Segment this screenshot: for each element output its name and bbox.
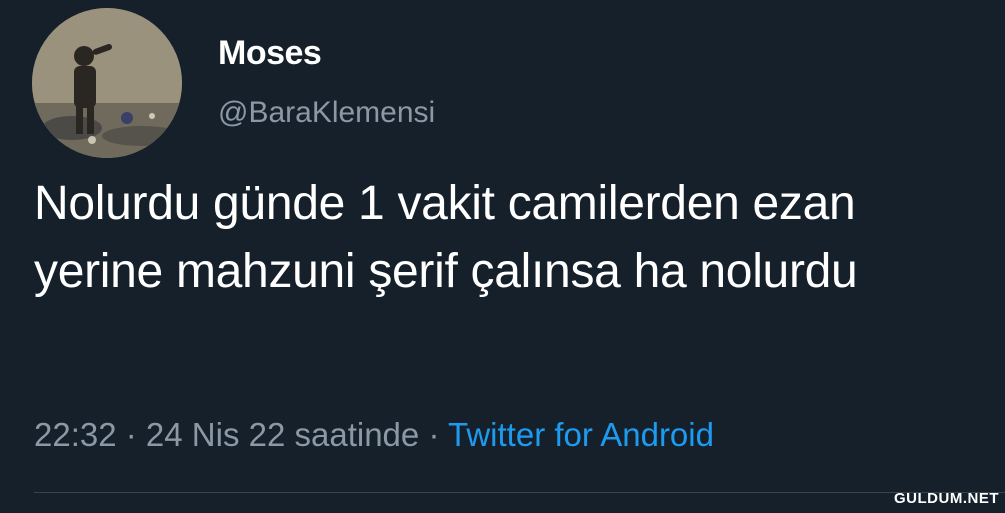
tweet-date[interactable]: 24 Nis 22 saatinde xyxy=(146,416,419,453)
tweet-time[interactable]: 22:32 xyxy=(34,416,117,453)
tweet-meta: 22:32 · 24 Nis 22 saatinde · Twitter for… xyxy=(34,416,714,454)
display-name[interactable]: Moses xyxy=(218,34,322,73)
meta-separator: · xyxy=(419,416,449,453)
avatar-image xyxy=(32,8,182,158)
avatar[interactable] xyxy=(32,8,182,158)
watermark: GULDUM.NET xyxy=(894,490,999,507)
tweet-text: Nolurdu günde 1 vakit camilerden ezan ye… xyxy=(34,177,858,298)
tweet-source-link[interactable]: Twitter for Android xyxy=(448,416,714,453)
divider xyxy=(34,492,1005,493)
user-handle[interactable]: @BaraKlemensi xyxy=(218,96,435,130)
meta-separator: · xyxy=(116,416,146,453)
